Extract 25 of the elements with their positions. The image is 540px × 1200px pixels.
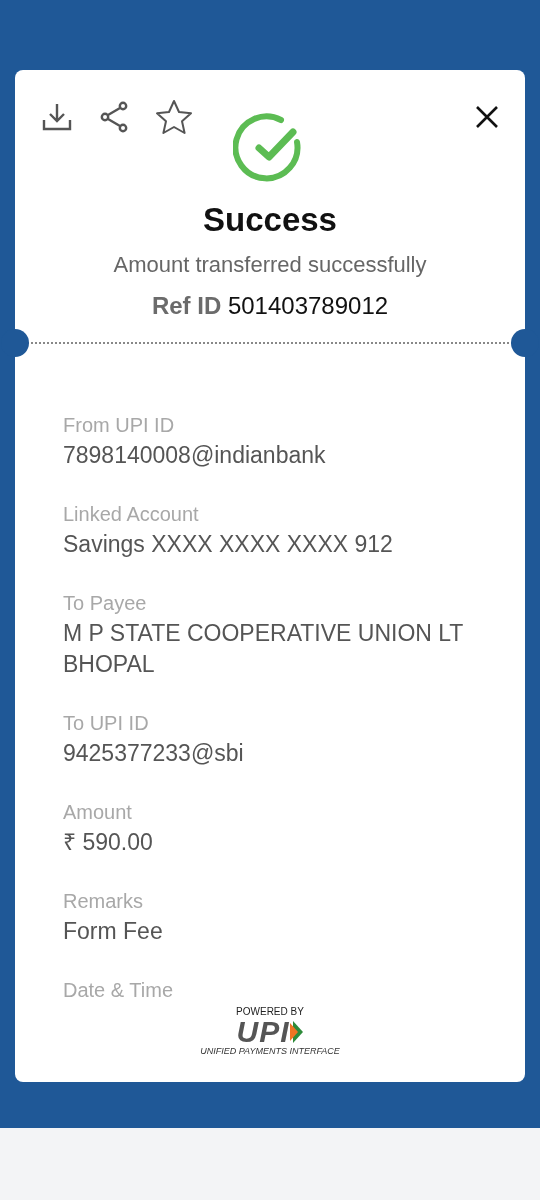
ref-value: 501403789012 — [227, 292, 389, 319]
status-message: Amount transferred successfully — [112, 251, 428, 279]
star-icon[interactable] — [155, 99, 193, 135]
field-label: From UPI ID — [63, 413, 176, 438]
field-value: M P STATE COOPERATIVE UNION LT BHOPAL — [63, 619, 465, 679]
field-label: To Payee — [63, 591, 148, 616]
upi-logo-text: UPI — [236, 1018, 290, 1046]
upi-tagline: UNIFIED PAYMENTS INTERFACE — [200, 1046, 340, 1057]
arrow-logo-icon — [289, 1020, 304, 1044]
ref-label: Ref ID — [151, 292, 222, 319]
field-value: 9425377233@sbi — [63, 739, 245, 768]
field-label: Amount — [63, 800, 133, 825]
download-icon[interactable] — [41, 102, 73, 132]
powered-by-text: POWERED BY — [236, 1006, 304, 1018]
field-value: Savings XXXX XXXX XXXX 912 — [63, 530, 394, 559]
field-value: Form Fee — [63, 917, 164, 946]
status-title: Success — [202, 200, 338, 240]
field-label: Date & Time — [63, 978, 175, 1003]
field-label: To UPI ID — [63, 711, 150, 736]
share-icon[interactable] — [99, 101, 129, 133]
field-label: Linked Account — [63, 502, 200, 527]
close-icon[interactable] — [475, 105, 499, 129]
field-value: 7898140008@indianbank — [63, 441, 327, 470]
field-value: ₹ 590.00 — [63, 828, 154, 857]
field-label: Remarks — [63, 889, 144, 914]
